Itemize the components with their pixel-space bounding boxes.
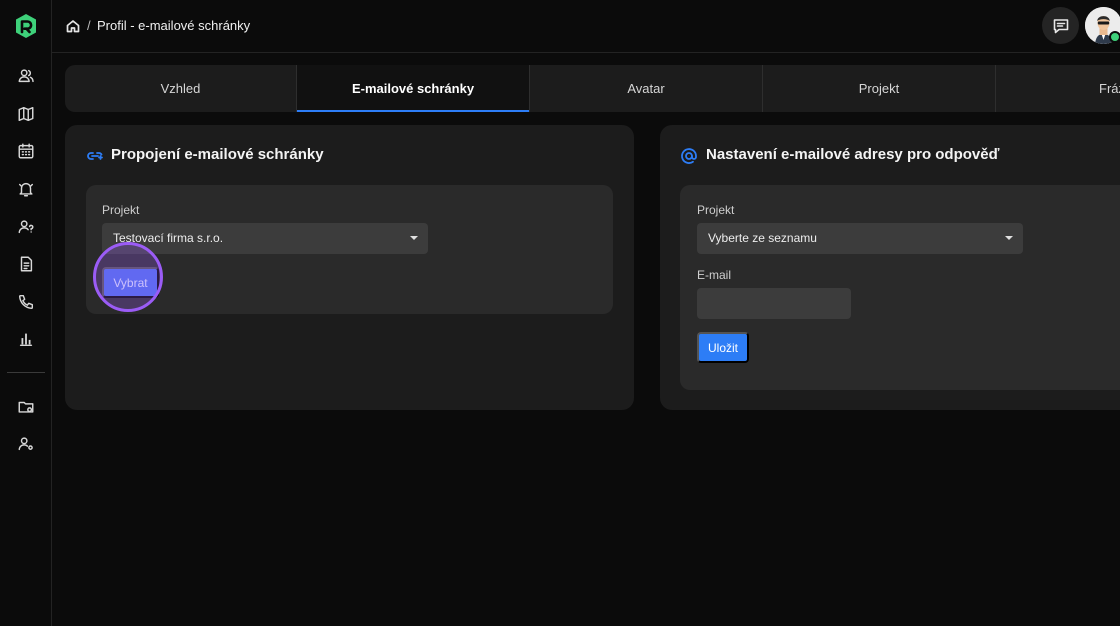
folder-settings-icon[interactable] bbox=[16, 397, 36, 417]
sidebar bbox=[0, 0, 52, 626]
reply-address-form: Projekt Vyberte ze seznamu E-mail Uložit bbox=[680, 185, 1120, 390]
email-label: E-mail bbox=[697, 268, 732, 282]
bar-chart-icon[interactable] bbox=[16, 329, 36, 349]
calendar-icon[interactable] bbox=[16, 141, 36, 161]
card-title: Nastavení e-mailové adresy pro odpověď bbox=[706, 146, 1000, 163]
card-title: Propojení e-mailové schránky bbox=[111, 146, 324, 163]
document-icon[interactable] bbox=[16, 254, 36, 274]
breadcrumb-separator: / bbox=[87, 18, 91, 33]
email-field[interactable] bbox=[697, 288, 851, 319]
map-icon[interactable] bbox=[16, 104, 36, 124]
email-connection-card: Propojení e-mailové schránky Projekt Tes… bbox=[65, 125, 634, 410]
sidebar-divider bbox=[7, 372, 45, 373]
bell-icon[interactable] bbox=[16, 179, 36, 199]
tab-email-boxes[interactable]: E-mailové schránky bbox=[297, 65, 530, 112]
link-icon bbox=[86, 147, 104, 165]
reply-address-card: Nastavení e-mailové adresy pro odpověď P… bbox=[660, 125, 1120, 410]
project-select[interactable]: Vyberte ze seznamu bbox=[697, 223, 1023, 254]
chevron-down-icon bbox=[410, 236, 418, 240]
tab-fraze[interactable]: Fráz bbox=[996, 65, 1120, 112]
email-connection-form: Projekt Testovací firma s.r.o. Vybrat bbox=[86, 185, 613, 314]
project-label: Projekt bbox=[102, 203, 140, 217]
save-button[interactable]: Uložit bbox=[697, 332, 749, 363]
breadcrumb-current-page: Profil - e-mailové schránky bbox=[97, 18, 251, 33]
at-sign-icon bbox=[680, 147, 698, 165]
online-status-badge bbox=[1109, 31, 1120, 43]
project-label: Projekt bbox=[697, 203, 735, 217]
top-header: / Profil - e-mailové schránky bbox=[52, 0, 1120, 53]
user-settings-icon[interactable] bbox=[16, 434, 36, 454]
users-icon[interactable] bbox=[16, 66, 36, 86]
tab-projekt[interactable]: Projekt bbox=[763, 65, 996, 112]
chat-icon bbox=[1053, 18, 1068, 33]
user-question-icon[interactable] bbox=[16, 217, 36, 237]
project-select-value: Testovací firma s.r.o. bbox=[113, 231, 224, 245]
tab-avatar[interactable]: Avatar bbox=[530, 65, 763, 112]
chevron-down-icon bbox=[1005, 236, 1013, 240]
app-root: / Profil - e-mailové schránky Vzhled E-m… bbox=[0, 0, 1120, 626]
profile-tabs: Vzhled E-mailové schránky Avatar Projekt… bbox=[65, 65, 1120, 112]
phone-icon[interactable] bbox=[16, 292, 36, 312]
project-select-value: Vyberte ze seznamu bbox=[708, 231, 817, 245]
messages-button[interactable] bbox=[1042, 7, 1079, 44]
select-button[interactable]: Vybrat bbox=[102, 267, 159, 298]
app-logo-icon[interactable] bbox=[14, 13, 38, 39]
tab-vzhled[interactable]: Vzhled bbox=[65, 65, 297, 112]
home-icon[interactable] bbox=[66, 19, 80, 33]
project-select[interactable]: Testovací firma s.r.o. bbox=[102, 223, 428, 254]
